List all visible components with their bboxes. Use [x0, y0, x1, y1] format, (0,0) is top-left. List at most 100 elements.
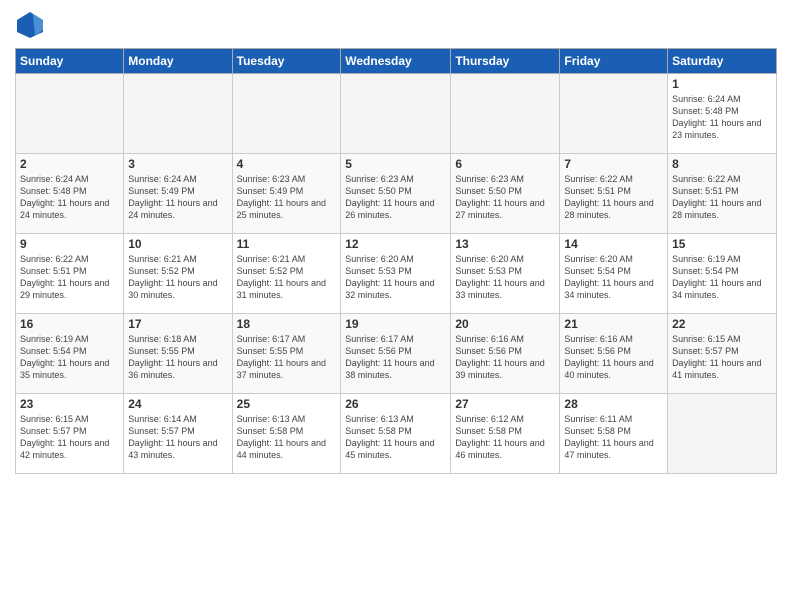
week-row-5: 23 Sunrise: 6:15 AMSunset: 5:57 PMDayligh… [16, 394, 777, 474]
day-cell [451, 74, 560, 154]
day-number: 4 [237, 157, 337, 171]
day-number: 24 [128, 397, 227, 411]
day-info: Sunrise: 6:15 AMSunset: 5:57 PMDaylight:… [20, 413, 119, 462]
day-info: Sunrise: 6:22 AMSunset: 5:51 PMDaylight:… [672, 173, 772, 222]
weekday-header-sunday: Sunday [16, 49, 124, 74]
day-info: Sunrise: 6:20 AMSunset: 5:54 PMDaylight:… [564, 253, 663, 302]
day-cell: 8 Sunrise: 6:22 AMSunset: 5:51 PMDaylight… [668, 154, 777, 234]
day-cell: 28 Sunrise: 6:11 AMSunset: 5:58 PMDayligh… [560, 394, 668, 474]
day-number: 23 [20, 397, 119, 411]
day-info: Sunrise: 6:12 AMSunset: 5:58 PMDaylight:… [455, 413, 555, 462]
day-number: 21 [564, 317, 663, 331]
day-info: Sunrise: 6:24 AMSunset: 5:48 PMDaylight:… [20, 173, 119, 222]
day-info: Sunrise: 6:16 AMSunset: 5:56 PMDaylight:… [564, 333, 663, 382]
day-cell: 4 Sunrise: 6:23 AMSunset: 5:49 PMDaylight… [232, 154, 341, 234]
day-cell [341, 74, 451, 154]
day-info: Sunrise: 6:19 AMSunset: 5:54 PMDaylight:… [20, 333, 119, 382]
day-cell: 1 Sunrise: 6:24 AMSunset: 5:48 PMDaylight… [668, 74, 777, 154]
day-cell: 12 Sunrise: 6:20 AMSunset: 5:53 PMDayligh… [341, 234, 451, 314]
day-cell: 15 Sunrise: 6:19 AMSunset: 5:54 PMDayligh… [668, 234, 777, 314]
day-number: 6 [455, 157, 555, 171]
day-cell: 24 Sunrise: 6:14 AMSunset: 5:57 PMDayligh… [124, 394, 232, 474]
day-cell [124, 74, 232, 154]
day-number: 15 [672, 237, 772, 251]
day-info: Sunrise: 6:15 AMSunset: 5:57 PMDaylight:… [672, 333, 772, 382]
day-info: Sunrise: 6:24 AMSunset: 5:48 PMDaylight:… [672, 93, 772, 142]
day-info: Sunrise: 6:19 AMSunset: 5:54 PMDaylight:… [672, 253, 772, 302]
day-cell: 23 Sunrise: 6:15 AMSunset: 5:57 PMDayligh… [16, 394, 124, 474]
day-number: 3 [128, 157, 227, 171]
day-number: 27 [455, 397, 555, 411]
week-row-1: 1 Sunrise: 6:24 AMSunset: 5:48 PMDaylight… [16, 74, 777, 154]
day-info: Sunrise: 6:13 AMSunset: 5:58 PMDaylight:… [345, 413, 446, 462]
day-number: 25 [237, 397, 337, 411]
logo-icon [15, 10, 45, 40]
day-number: 12 [345, 237, 446, 251]
day-info: Sunrise: 6:22 AMSunset: 5:51 PMDaylight:… [564, 173, 663, 222]
week-row-3: 9 Sunrise: 6:22 AMSunset: 5:51 PMDaylight… [16, 234, 777, 314]
day-cell: 13Sunrise: 6:20 AMSunset: 5:53 PMDayligh… [451, 234, 560, 314]
day-cell: 7 Sunrise: 6:22 AMSunset: 5:51 PMDaylight… [560, 154, 668, 234]
day-info: Sunrise: 6:13 AMSunset: 5:58 PMDaylight:… [237, 413, 337, 462]
day-number: 14 [564, 237, 663, 251]
day-number: 17 [128, 317, 227, 331]
weekday-header-row: SundayMondayTuesdayWednesdayThursdayFrid… [16, 49, 777, 74]
day-info: Sunrise: 6:22 AMSunset: 5:51 PMDaylight:… [20, 253, 119, 302]
day-number: 19 [345, 317, 446, 331]
day-cell: 21 Sunrise: 6:16 AMSunset: 5:56 PMDayligh… [560, 314, 668, 394]
day-number: 8 [672, 157, 772, 171]
day-number: 26 [345, 397, 446, 411]
day-info: Sunrise: 6:16 AMSunset: 5:56 PMDaylight:… [455, 333, 555, 382]
weekday-header-thursday: Thursday [451, 49, 560, 74]
calendar-page: SundayMondayTuesdayWednesdayThursdayFrid… [0, 0, 792, 612]
day-info: Sunrise: 6:17 AMSunset: 5:56 PMDaylight:… [345, 333, 446, 382]
day-cell: 18 Sunrise: 6:17 AMSunset: 5:55 PMDayligh… [232, 314, 341, 394]
weekday-header-monday: Monday [124, 49, 232, 74]
day-cell: 14 Sunrise: 6:20 AMSunset: 5:54 PMDayligh… [560, 234, 668, 314]
day-cell: 9 Sunrise: 6:22 AMSunset: 5:51 PMDaylight… [16, 234, 124, 314]
day-info: Sunrise: 6:24 AMSunset: 5:49 PMDaylight:… [128, 173, 227, 222]
day-number: 2 [20, 157, 119, 171]
day-number: 28 [564, 397, 663, 411]
day-number: 22 [672, 317, 772, 331]
day-info: Sunrise: 6:20 AMSunset: 5:53 PMDaylight:… [345, 253, 446, 302]
day-number: 5 [345, 157, 446, 171]
day-cell: 6 Sunrise: 6:23 AMSunset: 5:50 PMDaylight… [451, 154, 560, 234]
day-cell [560, 74, 668, 154]
day-number: 16 [20, 317, 119, 331]
day-number: 7 [564, 157, 663, 171]
day-info: Sunrise: 6:18 AMSunset: 5:55 PMDaylight:… [128, 333, 227, 382]
day-cell: 19 Sunrise: 6:17 AMSunset: 5:56 PMDayligh… [341, 314, 451, 394]
day-info: Sunrise: 6:23 AMSunset: 5:49 PMDaylight:… [237, 173, 337, 222]
day-number: 20 [455, 317, 555, 331]
day-cell [16, 74, 124, 154]
day-cell: 17 Sunrise: 6:18 AMSunset: 5:55 PMDayligh… [124, 314, 232, 394]
day-cell: 25 Sunrise: 6:13 AMSunset: 5:58 PMDayligh… [232, 394, 341, 474]
logo [15, 10, 49, 40]
week-row-4: 16 Sunrise: 6:19 AMSunset: 5:54 PMDayligh… [16, 314, 777, 394]
day-cell: 10 Sunrise: 6:21 AMSunset: 5:52 PMDayligh… [124, 234, 232, 314]
day-info: Sunrise: 6:14 AMSunset: 5:57 PMDaylight:… [128, 413, 227, 462]
calendar-table: SundayMondayTuesdayWednesdayThursdayFrid… [15, 48, 777, 474]
weekday-header-saturday: Saturday [668, 49, 777, 74]
day-cell: 20 Sunrise: 6:16 AMSunset: 5:56 PMDayligh… [451, 314, 560, 394]
day-cell: 26 Sunrise: 6:13 AMSunset: 5:58 PMDayligh… [341, 394, 451, 474]
day-number: 10 [128, 237, 227, 251]
day-number: 1 [672, 77, 772, 91]
day-info: Sunrise: 6:17 AMSunset: 5:55 PMDaylight:… [237, 333, 337, 382]
day-info: Sunrise: 6:11 AMSunset: 5:58 PMDaylight:… [564, 413, 663, 462]
day-cell: 2 Sunrise: 6:24 AMSunset: 5:48 PMDaylight… [16, 154, 124, 234]
day-info: Sunrise: 6:23 AMSunset: 5:50 PMDaylight:… [455, 173, 555, 222]
day-cell [668, 394, 777, 474]
day-number: 18 [237, 317, 337, 331]
week-row-2: 2 Sunrise: 6:24 AMSunset: 5:48 PMDaylight… [16, 154, 777, 234]
day-info: Sunrise: 6:23 AMSunset: 5:50 PMDaylight:… [345, 173, 446, 222]
weekday-header-wednesday: Wednesday [341, 49, 451, 74]
day-cell: 11Sunrise: 6:21 AMSunset: 5:52 PMDayligh… [232, 234, 341, 314]
day-cell: 5 Sunrise: 6:23 AMSunset: 5:50 PMDaylight… [341, 154, 451, 234]
weekday-header-tuesday: Tuesday [232, 49, 341, 74]
day-info: Sunrise: 6:20 AMSunset: 5:53 PMDaylight:… [455, 253, 555, 302]
day-info: Sunrise: 6:21 AMSunset: 5:52 PMDaylight:… [128, 253, 227, 302]
header [15, 10, 777, 40]
day-number: 9 [20, 237, 119, 251]
